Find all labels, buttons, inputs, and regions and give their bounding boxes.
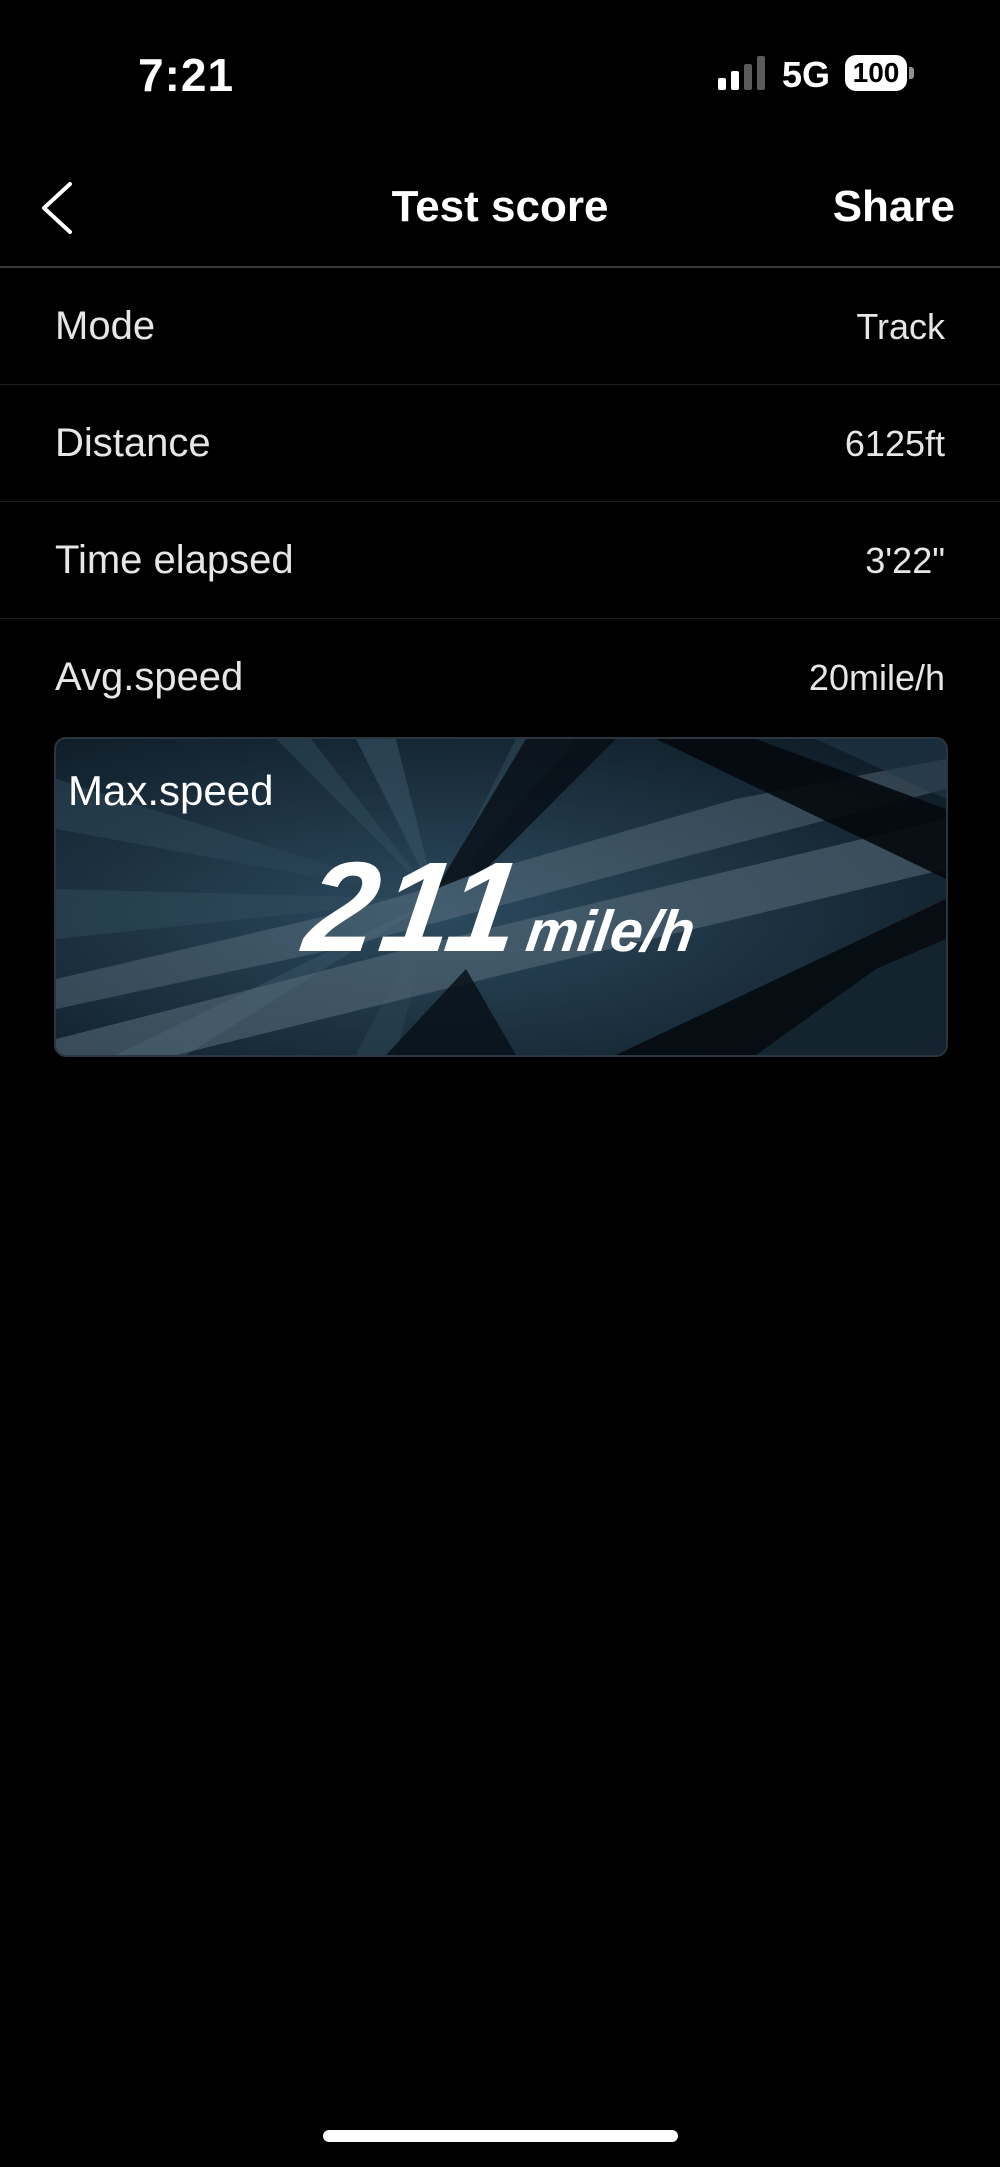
row-time-elapsed: Time elapsed 3'22" <box>0 502 1000 619</box>
battery-tip <box>909 67 914 79</box>
max-speed-label: Max.speed <box>68 767 274 814</box>
battery-level: 100 <box>845 55 907 91</box>
max-speed-card: Max.speed 211mile/h <box>54 737 948 1057</box>
row-distance: Distance 6125ft <box>0 385 1000 502</box>
row-label: Distance <box>55 421 211 465</box>
status-time: 7:21 <box>138 49 235 101</box>
nav-bar: Test score Share <box>0 150 1000 268</box>
network-type-label: 5G <box>782 54 831 95</box>
share-button[interactable]: Share <box>833 182 955 232</box>
home-indicator[interactable] <box>323 2130 678 2142</box>
row-value: 20mile/h <box>808 657 945 698</box>
row-label: Avg.speed <box>55 655 244 699</box>
max-speed-unit: mile/h <box>522 899 700 964</box>
row-value: 3'22" <box>865 540 945 581</box>
score-details-list: Mode Track Distance 6125ft Time elapsed … <box>0 268 1000 735</box>
max-speed-number: 211 <box>297 836 534 979</box>
row-value: 6125ft <box>844 423 945 464</box>
cellular-signal-icon <box>718 56 765 90</box>
row-label: Mode <box>55 304 156 348</box>
row-label: Time elapsed <box>55 538 294 582</box>
row-value: Track <box>856 306 945 347</box>
max-speed-value: 211mile/h <box>56 836 946 979</box>
row-mode: Mode Track <box>0 268 1000 385</box>
status-bar: 7:21 5G 100 <box>0 0 1000 150</box>
row-avg-speed: Avg.speed 20mile/h <box>0 619 1000 735</box>
battery-icon: 100 <box>845 55 915 91</box>
